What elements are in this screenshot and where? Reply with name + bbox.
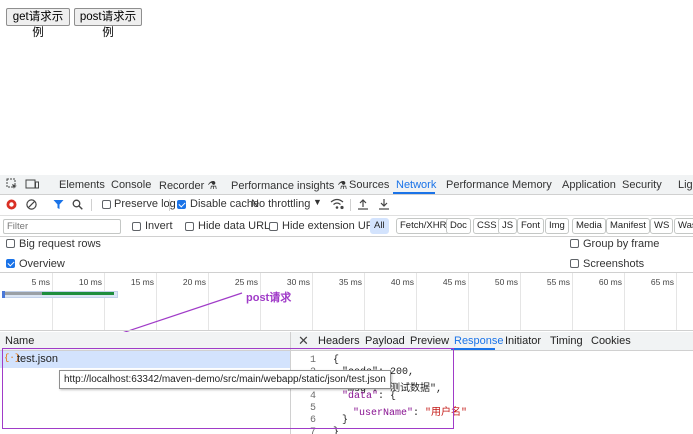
timeline-handle[interactable] [2, 291, 5, 298]
timeline-tick: 50 ms [494, 277, 518, 287]
timeline-tick: 30 ms [286, 277, 310, 287]
timeline-tick: 55 ms [546, 277, 570, 287]
record-icon[interactable] [6, 199, 17, 213]
timeline-receiving-bar [42, 292, 114, 295]
chip-all[interactable]: All [370, 218, 389, 234]
devtools-panel: Elements Console Recorder ⚗ Performance … [0, 175, 693, 434]
timeline-tick: 20 ms [182, 277, 206, 287]
timeline-tick: 25 ms [234, 277, 258, 287]
timeline-tick: 45 ms [442, 277, 466, 287]
chip-img[interactable]: Img [545, 218, 569, 234]
timeline-waiting-bar [4, 292, 42, 295]
timeline-overview[interactable]: 5 ms 10 ms 15 ms 20 ms 25 ms 30 ms 35 ms… [0, 273, 693, 331]
tab-cookies[interactable]: Cookies [591, 335, 631, 347]
tab-recorder[interactable]: Recorder ⚗ [159, 179, 217, 192]
devtools-tab-bar: Elements Console Recorder ⚗ Performance … [0, 175, 693, 195]
big-request-rows-checkbox[interactable] [6, 239, 15, 248]
disable-cache-label: Disable cache [190, 198, 260, 210]
screenshots-checkbox[interactable] [570, 259, 579, 268]
tab-console[interactable]: Console [111, 179, 151, 191]
hide-data-urls-checkbox[interactable] [185, 222, 194, 231]
preserve-log-checkbox[interactable] [102, 200, 111, 209]
highlight-box [2, 348, 454, 429]
disable-cache-checkbox[interactable] [177, 200, 186, 209]
clear-icon[interactable] [26, 199, 37, 213]
overview-checkbox[interactable] [6, 259, 15, 268]
name-column-header[interactable]: Name [5, 335, 34, 347]
filter-input[interactable] [3, 219, 121, 234]
hide-data-urls-label: Hide data URLs [198, 220, 276, 232]
group-by-frame-label: Group by frame [583, 238, 660, 250]
active-tab-indicator [393, 192, 435, 194]
chip-fetch-xhr[interactable]: Fetch/XHR [396, 218, 451, 234]
network-conditions-icon[interactable] [330, 198, 344, 213]
preserve-log-label: Preserve log [114, 198, 176, 210]
tab-sources[interactable]: Sources [349, 179, 389, 191]
export-har-icon[interactable] [378, 198, 390, 213]
chip-font[interactable]: Font [517, 218, 545, 234]
chevron-down-icon[interactable]: ▼ [313, 197, 322, 207]
throttling-select[interactable]: No throttling [251, 198, 310, 210]
network-toolbar: Preserve log Disable cache No throttling… [0, 195, 693, 216]
chip-js[interactable]: JS [498, 218, 518, 234]
timeline-tick: 35 ms [338, 277, 362, 287]
tab-memory[interactable]: Memory [512, 179, 552, 191]
tab-headers[interactable]: Headers [318, 335, 360, 347]
tab-preview[interactable]: Preview [410, 335, 449, 347]
chip-doc[interactable]: Doc [446, 218, 471, 234]
get-request-button[interactable]: get请求示例 [6, 8, 70, 39]
timeline-tick: 65 ms [650, 277, 674, 287]
tab-security[interactable]: Security [622, 179, 662, 191]
search-icon[interactable] [72, 199, 83, 213]
timeline-tick: 15 ms [130, 277, 154, 287]
flask-icon: ⚗ [337, 180, 348, 192]
chip-wasm[interactable]: Was [674, 218, 693, 234]
hide-extension-urls-checkbox[interactable] [269, 222, 278, 231]
tab-response[interactable]: Response [454, 335, 504, 347]
tab-lighthouse[interactable]: Lig [678, 179, 693, 191]
post-annotation-label: post请求 [246, 292, 292, 304]
import-har-icon[interactable] [357, 198, 369, 213]
tab-payload[interactable]: Payload [365, 335, 405, 347]
tab-performance-insights[interactable]: Performance insights ⚗ [231, 179, 347, 192]
inspect-element-icon[interactable] [6, 178, 18, 193]
filter-icon[interactable] [53, 199, 64, 213]
overview-label: Overview [19, 258, 65, 270]
invert-label: Invert [145, 220, 173, 232]
tab-timing[interactable]: Timing [550, 335, 583, 347]
device-toolbar-icon[interactable] [25, 178, 39, 193]
screenshots-label: Screenshots [583, 258, 645, 270]
timeline-tick: 60 ms [598, 277, 622, 287]
chip-manifest[interactable]: Manifest [606, 218, 650, 234]
tab-performance[interactable]: Performance [446, 179, 509, 191]
tab-elements[interactable]: Elements [59, 179, 105, 191]
chip-css[interactable]: CSS [473, 218, 501, 234]
timeline-tick: 5 ms [31, 277, 50, 287]
tab-initiator[interactable]: Initiator [505, 335, 541, 347]
active-detail-tab-indicator [451, 348, 495, 350]
timeline-tick: 10 ms [78, 277, 102, 287]
flask-icon: ⚗ [207, 180, 218, 192]
post-request-button[interactable]: post请求示例 [74, 8, 142, 39]
invert-checkbox[interactable] [132, 222, 141, 231]
tab-network[interactable]: Network [396, 179, 436, 191]
close-icon[interactable]: ✕ [298, 333, 309, 349]
tab-application[interactable]: Application [562, 179, 616, 191]
chip-ws[interactable]: WS [650, 218, 674, 234]
timeline-tick: 40 ms [390, 277, 414, 287]
chip-media[interactable]: Media [572, 218, 606, 234]
big-request-rows-label: Big request rows [19, 238, 101, 250]
group-by-frame-checkbox[interactable] [570, 239, 579, 248]
